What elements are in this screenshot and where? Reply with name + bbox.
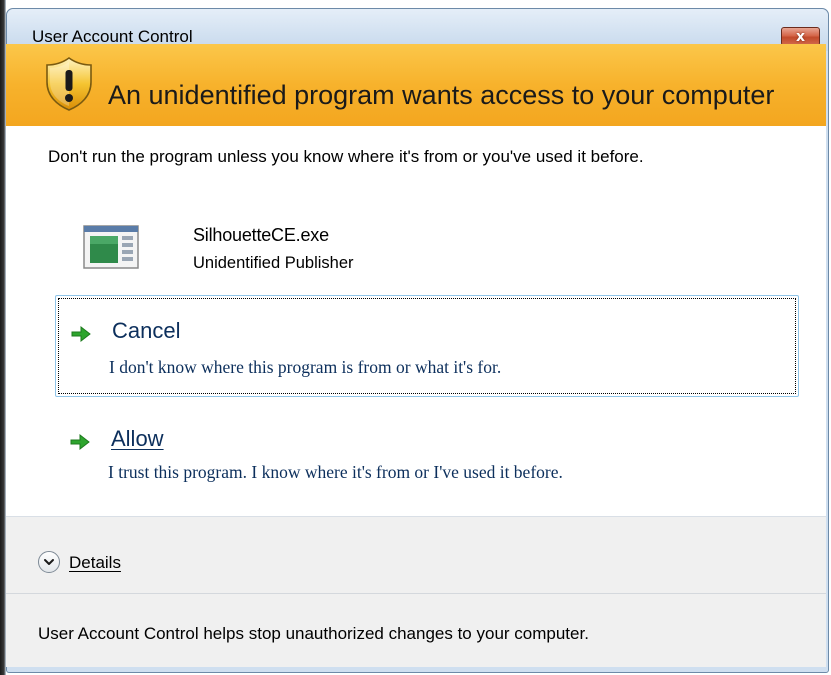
details-expand-button[interactable] — [38, 551, 60, 573]
program-name: SilhouetteCE.exe — [193, 225, 329, 245]
footer-text: User Account Control helps stop unauthor… — [38, 624, 589, 643]
cancel-description: I don't know where this program is from … — [109, 357, 502, 377]
publisher-name: Unidentified Publisher — [193, 254, 354, 272]
program-icon — [83, 225, 139, 269]
green-arrow-icon — [70, 433, 90, 451]
cancel-title: Cancel — [112, 318, 181, 343]
chevron-down-icon — [44, 559, 54, 565]
green-arrow-icon — [71, 325, 91, 343]
warning-banner: An unidentified program wants access to … — [6, 44, 826, 126]
details-area — [6, 517, 826, 593]
banner-heading: An unidentified program wants access to … — [108, 80, 775, 110]
close-icon: x — [795, 28, 806, 45]
details-label[interactable]: Details — [69, 553, 121, 573]
allow-button[interactable]: Allow I trust this program. I know where… — [55, 408, 799, 500]
shield-warning-icon — [46, 57, 92, 111]
allow-title: Allow — [111, 426, 164, 451]
cancel-button[interactable]: Cancel I don't know where this program i… — [55, 295, 799, 397]
screen: User Account Control x An unidentified p… — [0, 0, 831, 675]
allow-description: I trust this program. I know where it's … — [108, 462, 563, 482]
warning-message: Don't run the program unless you know wh… — [48, 147, 644, 166]
focus-rectangle — [58, 298, 796, 394]
